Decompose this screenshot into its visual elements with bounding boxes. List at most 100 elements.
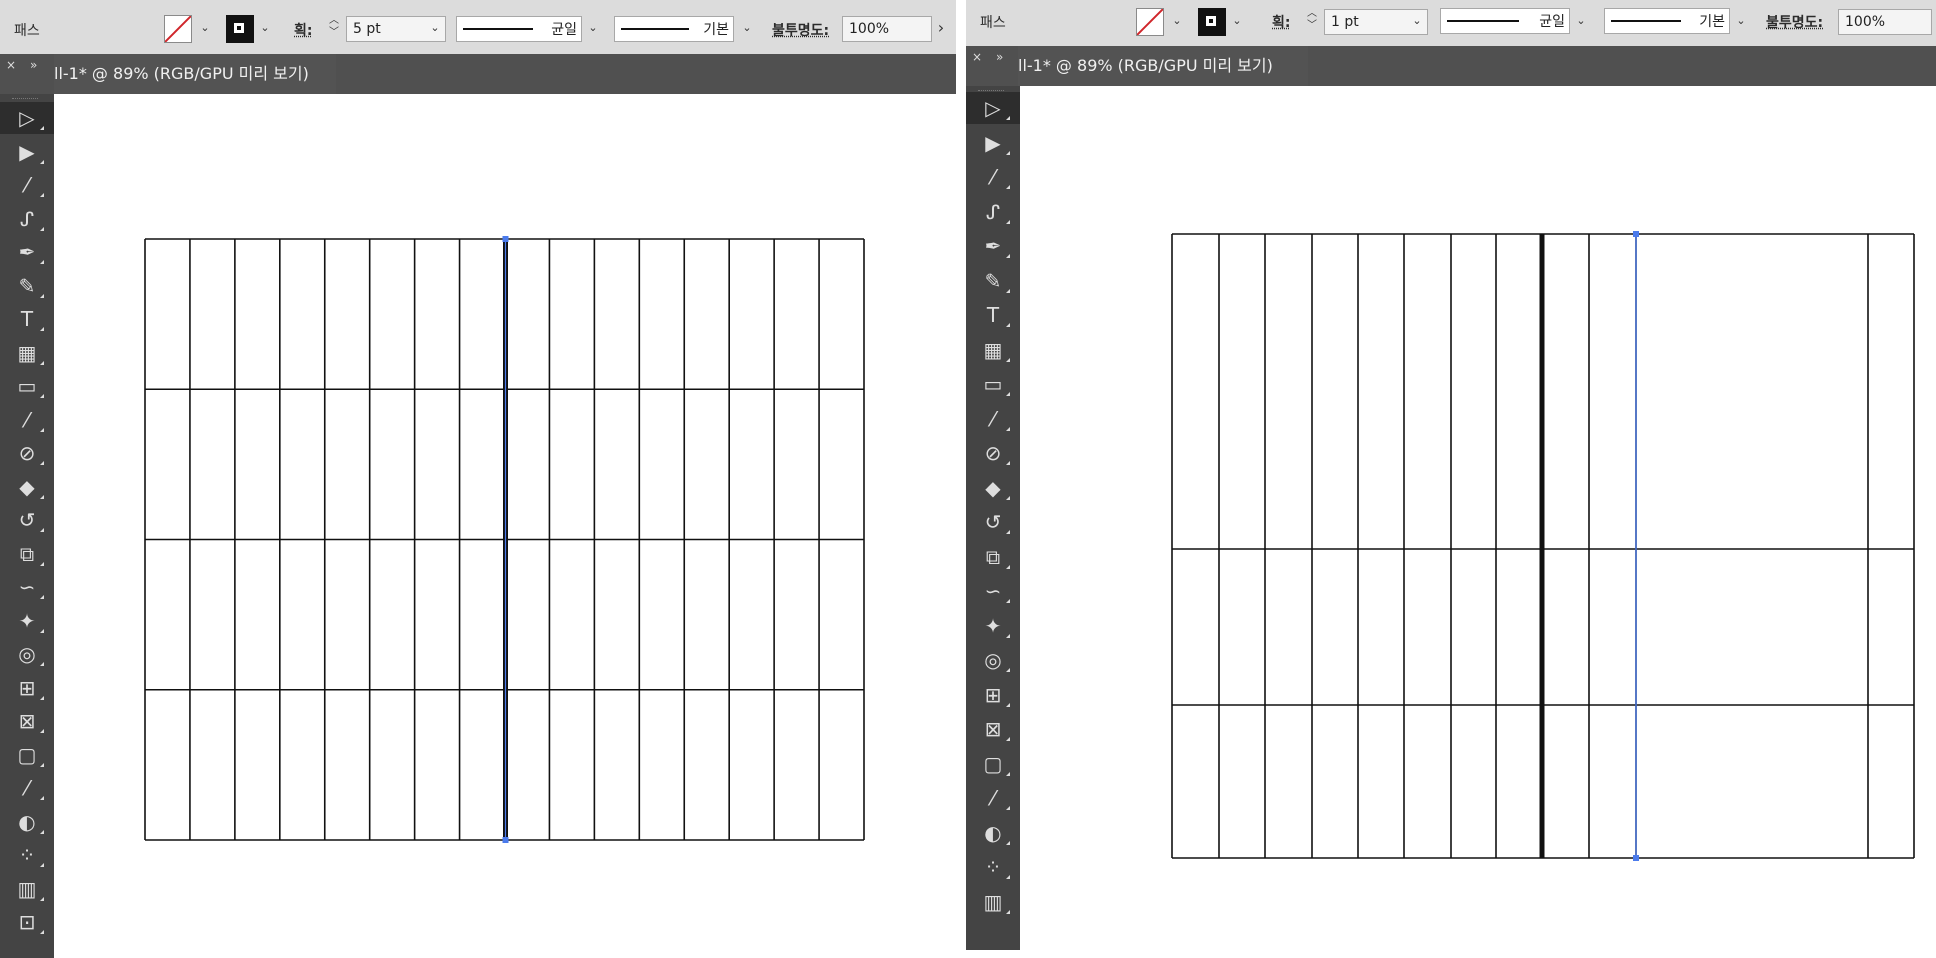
rectangle-tool-icon[interactable]: ▭	[966, 368, 1020, 400]
tools-panel: ▷ ▶ ⁄ ᔑ ✒ ✎ T ▦ ▭ ⁄ ⊘ ◆ ↺ ⧉ ∽ ✦ ◎ ⊞ ⊠ ▢ ⁄ ◐ ⁘ ▥ ⊡	[0, 94, 54, 958]
pen-tool-icon[interactable]: ✒	[0, 236, 54, 268]
collapse-panel-icon[interactable]: »	[30, 58, 37, 72]
eraser-tool-icon[interactable]: ◆	[966, 472, 1020, 504]
magic-wand-tool-icon[interactable]: ⁄	[966, 161, 1020, 193]
document-tab[interactable]: ll-1* @ 89% (RGB/GPU 미리 보기)	[1018, 46, 1308, 86]
brush-label: 기본	[1699, 14, 1725, 30]
blob-brush-tool-icon[interactable]: ⊘	[0, 437, 54, 469]
chevron-down-icon[interactable]: ⌄	[1168, 8, 1186, 34]
warp-tool-icon[interactable]: ∽	[966, 575, 1020, 607]
mesh-tool-icon[interactable]: ⊠	[966, 713, 1020, 745]
opacity-label[interactable]: 불투명도:	[1766, 12, 1823, 32]
column-graph-tool-icon[interactable]: ▥	[0, 873, 54, 905]
fill-swatch[interactable]	[1136, 8, 1164, 36]
anchor-point[interactable]	[1633, 855, 1639, 861]
perspective-grid-tool-icon[interactable]: ⊞	[966, 679, 1020, 711]
eyedropper-tool-icon[interactable]: ⁄	[0, 772, 54, 804]
selection-tool-icon[interactable]: ▷	[0, 102, 54, 134]
chevron-down-icon[interactable]: ⌄	[196, 15, 214, 41]
object-type-label: 패스	[14, 23, 40, 39]
selection-tool-icon[interactable]: ▷	[966, 92, 1020, 124]
magic-wand-tool-icon[interactable]: ⁄	[0, 169, 54, 201]
fill-swatch[interactable]	[164, 15, 192, 43]
eyedropper-tool-icon[interactable]: ⁄	[966, 782, 1020, 814]
direct-selection-tool-icon[interactable]: ▶	[0, 136, 54, 168]
curvature-tool-icon[interactable]: ✎	[966, 265, 1020, 297]
puppet-warp-tool-icon[interactable]: ✦	[0, 605, 54, 637]
opacity-input[interactable]: 100%	[1838, 9, 1932, 35]
curvature-tool-icon[interactable]: ✎	[0, 270, 54, 302]
chevron-down-icon[interactable]: ⌄	[1408, 8, 1426, 34]
rectangle-tool-icon[interactable]: ▭	[0, 370, 54, 402]
scale-tool-icon[interactable]: ⧉	[966, 541, 1020, 573]
gradient-tool-icon[interactable]: ▢	[0, 739, 54, 771]
shape-builder-tool-icon[interactable]: ◎	[0, 638, 54, 670]
type-tool-icon[interactable]: T	[0, 303, 54, 335]
table-tool-icon[interactable]: ▦	[0, 337, 54, 369]
chevron-down-icon[interactable]: ⌄	[1572, 8, 1590, 34]
rotate-tool-icon[interactable]: ↺	[0, 504, 54, 536]
variable-width-profile[interactable]: 균일	[456, 16, 582, 42]
chevron-down-icon[interactable]: ⌄	[256, 15, 274, 41]
eraser-tool-icon[interactable]: ◆	[0, 471, 54, 503]
tools-panel: ▷ ▶ ⁄ ᔑ ✒ ✎ T ▦ ▭ ⁄ ⊘ ◆ ↺ ⧉ ∽ ✦ ◎ ⊞ ⊠ ▢ ⁄ ◐ ⁘ ▥	[966, 86, 1020, 950]
opacity-input[interactable]: 100%	[842, 16, 932, 42]
table-tool-icon[interactable]: ▦	[966, 334, 1020, 366]
control-bar: 패스 ⌄ ⌄ 획: ︿ ﹀ 5 pt ⌄ 균일 ⌄ 기본 ⌄ 불투명도: 100%…	[0, 0, 956, 55]
stroke-swatch[interactable]	[226, 15, 254, 43]
artwork-grid	[144, 236, 865, 843]
artboard-canvas[interactable]	[1020, 86, 1936, 958]
lasso-tool-icon[interactable]: ᔑ	[0, 203, 54, 235]
stroke-swatch[interactable]	[1198, 8, 1226, 36]
chevron-down-icon[interactable]: ⌄	[426, 15, 444, 41]
artwork-grid	[1171, 231, 1915, 861]
puppet-warp-tool-icon[interactable]: ✦	[966, 610, 1020, 642]
chevron-down-icon[interactable]: ⌄	[1732, 8, 1750, 34]
stroke-stepper-icon[interactable]: ︿ ﹀	[326, 15, 342, 41]
document-tab-bar: × » ll-1* @ 89% (RGB/GPU 미리 보기)	[0, 54, 956, 94]
mesh-tool-icon[interactable]: ⊠	[0, 705, 54, 737]
symbol-sprayer-tool-icon[interactable]: ⁘	[966, 851, 1020, 883]
anchor-point[interactable]	[502, 837, 509, 843]
variable-width-profile[interactable]: 균일	[1440, 8, 1570, 34]
collapse-panel-icon[interactable]: »	[996, 50, 1003, 64]
type-tool-icon[interactable]: T	[966, 299, 1020, 331]
document-tab[interactable]: ll-1* @ 89% (RGB/GPU 미리 보기)	[54, 54, 336, 94]
blend-tool-icon[interactable]: ◐	[966, 817, 1020, 849]
scale-tool-icon[interactable]: ⧉	[0, 538, 54, 570]
column-graph-tool-icon[interactable]: ▥	[966, 886, 1020, 918]
artboard-tool-icon[interactable]: ⊡	[0, 906, 54, 938]
stroke-stepper-icon[interactable]: ︿ ﹀	[1304, 8, 1320, 34]
chevron-down-icon[interactable]: ⌄	[584, 15, 602, 41]
artboard-canvas[interactable]	[54, 94, 956, 958]
warp-tool-icon[interactable]: ∽	[0, 571, 54, 603]
close-icon[interactable]: ×	[6, 58, 16, 72]
left-screenshot: 패스 ⌄ ⌄ 획: ︿ ﹀ 5 pt ⌄ 균일 ⌄ 기본 ⌄ 불투명도: 100%…	[0, 0, 956, 958]
document-tab-bar: × » ll-1* @ 89% (RGB/GPU 미리 보기)	[966, 46, 1936, 86]
blend-tool-icon[interactable]: ◐	[0, 806, 54, 838]
close-icon[interactable]: ×	[972, 50, 982, 64]
direct-selection-tool-icon[interactable]: ▶	[966, 127, 1020, 159]
anchor-point[interactable]	[1633, 231, 1639, 237]
chevron-down-icon[interactable]: ⌄	[1228, 8, 1246, 34]
anchor-point[interactable]	[502, 236, 509, 242]
perspective-grid-tool-icon[interactable]: ⊞	[0, 672, 54, 704]
paintbrush-tool-icon[interactable]: ⁄	[0, 404, 54, 436]
shape-builder-tool-icon[interactable]: ◎	[966, 644, 1020, 676]
brush-definition[interactable]: 기본	[1604, 8, 1730, 34]
rotate-tool-icon[interactable]: ↺	[966, 506, 1020, 538]
brush-definition[interactable]: 기본	[614, 16, 734, 42]
stroke-weight-label[interactable]: 획:	[294, 20, 312, 40]
opacity-label[interactable]: 불투명도:	[772, 20, 829, 40]
lasso-tool-icon[interactable]: ᔑ	[966, 196, 1020, 228]
none-fill-icon	[165, 16, 191, 42]
chevron-down-icon[interactable]: ⌄	[738, 15, 756, 41]
blob-brush-tool-icon[interactable]: ⊘	[966, 437, 1020, 469]
stroke-weight-label[interactable]: 획:	[1272, 12, 1290, 32]
symbol-sprayer-tool-icon[interactable]: ⁘	[0, 839, 54, 871]
paintbrush-tool-icon[interactable]: ⁄	[966, 403, 1020, 435]
chevron-right-icon[interactable]: ›	[932, 15, 950, 41]
gradient-tool-icon[interactable]: ▢	[966, 748, 1020, 780]
brush-label: 기본	[703, 22, 729, 38]
pen-tool-icon[interactable]: ✒	[966, 230, 1020, 262]
